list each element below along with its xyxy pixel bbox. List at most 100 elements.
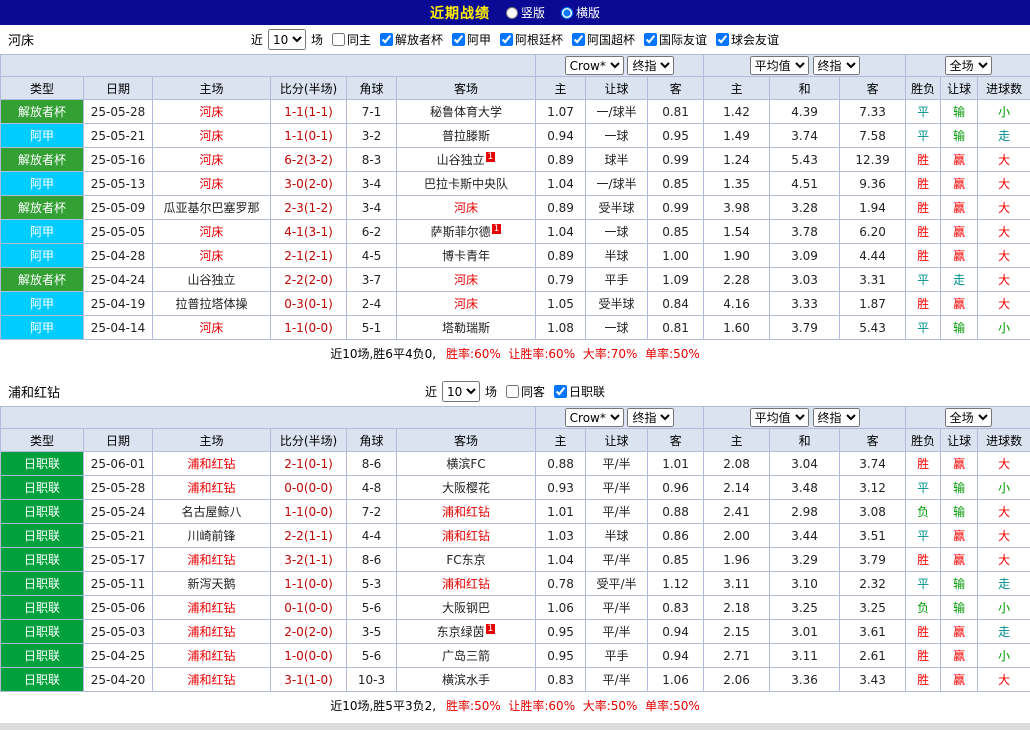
col-goals: 进球数 — [978, 429, 1030, 452]
filter-checkbox[interactable]: 同主 — [332, 31, 371, 48]
euro-away-odds-cell: 3.79 — [840, 548, 906, 572]
red-card-badge: 1 — [486, 152, 496, 162]
away-team-cell[interactable]: FC东京 — [397, 548, 536, 572]
layout-option-vertical[interactable]: 竖版 — [506, 4, 545, 21]
away-team-cell[interactable]: 横滨FC — [397, 452, 536, 476]
home-team-cell[interactable]: 河床 — [153, 124, 271, 148]
euro-type-select[interactable]: 平均值 — [750, 408, 809, 427]
away-team-cell[interactable]: 山谷独立1 — [397, 148, 536, 172]
home-team-cell[interactable]: 河床 — [153, 100, 271, 124]
away-team-cell[interactable]: 河床 — [397, 292, 536, 316]
away-team-cell[interactable]: 浦和红钻 — [397, 500, 536, 524]
asian-time-select[interactable]: 终指 — [627, 56, 674, 75]
filter-checkbox-input[interactable] — [380, 33, 393, 46]
filter-checkbox-input[interactable] — [500, 33, 513, 46]
filter-checkbox[interactable]: 球会友谊 — [716, 31, 779, 48]
home-team-cell[interactable]: 浦和红钻 — [153, 476, 271, 500]
home-team-cell[interactable]: 河床 — [153, 148, 271, 172]
filter-checkbox[interactable]: 解放者杯 — [380, 31, 443, 48]
away-team-cell[interactable]: 河床 — [397, 196, 536, 220]
home-team-cell[interactable]: 山谷独立 — [153, 268, 271, 292]
away-team-cell[interactable]: 大阪钢巴 — [397, 596, 536, 620]
asian-time-select[interactable]: 终指 — [627, 408, 674, 427]
away-team-cell[interactable]: 横滨水手 — [397, 668, 536, 692]
away-team-cell[interactable]: 河床 — [397, 268, 536, 292]
asian-company-select[interactable]: Crow* — [565, 408, 624, 427]
asian-handicap-cell: 一/球半 — [586, 100, 648, 124]
filter-checkbox-label: 阿甲 — [467, 31, 491, 48]
asian-company-select[interactable]: Crow* — [565, 56, 624, 75]
scope-select[interactable]: 全场 — [945, 408, 992, 427]
home-team-cell[interactable]: 浦和红钻 — [153, 452, 271, 476]
home-team-cell[interactable]: 浦和红钻 — [153, 620, 271, 644]
away-team-cell[interactable]: 大阪樱花 — [397, 476, 536, 500]
away-team-cell[interactable]: 东京绿茵1 — [397, 620, 536, 644]
away-team-cell[interactable]: 萨斯菲尔德1 — [397, 220, 536, 244]
filter-checkbox-input[interactable] — [554, 385, 567, 398]
scope-select[interactable]: 全场 — [945, 56, 992, 75]
layout-option-horizontal[interactable]: 横版 — [561, 4, 600, 21]
filter-checkbox-input[interactable] — [332, 33, 345, 46]
asian-away-odds-cell: 1.09 — [648, 268, 704, 292]
filter-checkbox-input[interactable] — [644, 33, 657, 46]
home-team-cell[interactable]: 新泻天鹅 — [153, 572, 271, 596]
filter-checkbox-input[interactable] — [452, 33, 465, 46]
home-team-cell[interactable]: 河床 — [153, 244, 271, 268]
filter-checkbox-input[interactable] — [506, 385, 519, 398]
home-team-cell[interactable]: 河床 — [153, 172, 271, 196]
away-team-cell[interactable]: 秘鲁体育大学 — [397, 100, 536, 124]
home-team-cell[interactable]: 浦和红钻 — [153, 596, 271, 620]
away-team-cell[interactable]: 普拉滕斯 — [397, 124, 536, 148]
home-team-cell[interactable]: 浦和红钻 — [153, 548, 271, 572]
handicap-result-cell: 赢 — [941, 292, 978, 316]
corner-cell: 8-6 — [347, 548, 397, 572]
euro-type-select[interactable]: 平均值 — [750, 56, 809, 75]
asian-home-odds-cell: 1.04 — [536, 548, 586, 572]
goals-result-cell: 大 — [978, 244, 1030, 268]
summary-line: 近10场,胜5平3负2,胜率:50% 让胜率:60% 大率:50% 单率:50% — [0, 692, 1030, 720]
header-spacer — [1, 407, 536, 429]
away-team-cell[interactable]: 广岛三箭 — [397, 644, 536, 668]
goals-result-cell: 大 — [978, 196, 1030, 220]
home-team-cell[interactable]: 瓜亚基尔巴塞罗那 — [153, 196, 271, 220]
filter-checkbox[interactable]: 阿国超杯 — [572, 31, 635, 48]
home-team-cell[interactable]: 浦和红钻 — [153, 668, 271, 692]
filter-checkbox[interactable]: 日职联 — [554, 383, 605, 400]
away-team-cell[interactable]: 博卡青年 — [397, 244, 536, 268]
away-team-cell[interactable]: 巴拉卡斯中央队 — [397, 172, 536, 196]
asian-handicap-cell: 半球 — [586, 244, 648, 268]
league-cell: 阿甲 — [1, 172, 84, 196]
filter-checkbox[interactable]: 阿甲 — [452, 31, 491, 48]
match-count-select[interactable]: 10 — [268, 29, 306, 50]
handicap-result-cell: 输 — [941, 596, 978, 620]
filter-checkbox[interactable]: 国际友谊 — [644, 31, 707, 48]
filter-checkbox-input[interactable] — [716, 33, 729, 46]
filter-checkbox[interactable]: 阿根廷杯 — [500, 31, 563, 48]
euro-time-select[interactable]: 终指 — [813, 56, 860, 75]
home-team-cell[interactable]: 浦和红钻 — [153, 644, 271, 668]
away-team-cell[interactable]: 浦和红钻 — [397, 572, 536, 596]
match-row: 阿甲25-04-14河床1-1(0-0)5-1塔勒瑞斯1.08一球0.811.6… — [1, 316, 1030, 340]
col-asian-handicap: 让球 — [586, 77, 648, 100]
home-team-cell[interactable]: 河床 — [153, 316, 271, 340]
home-team-cell[interactable]: 名古屋鲸八 — [153, 500, 271, 524]
col-league-type: 类型 — [1, 429, 84, 452]
league-cell: 阿甲 — [1, 244, 84, 268]
vertical-layout-radio[interactable] — [506, 7, 518, 19]
euro-time-select[interactable]: 终指 — [813, 408, 860, 427]
result-cell: 平 — [906, 572, 941, 596]
euro-home-odds-cell: 1.96 — [704, 548, 770, 572]
home-team-cell[interactable]: 河床 — [153, 220, 271, 244]
match-count-select[interactable]: 10 — [442, 381, 480, 402]
asian-away-odds-cell: 0.81 — [648, 100, 704, 124]
away-team-cell[interactable]: 塔勒瑞斯 — [397, 316, 536, 340]
asian-home-odds-cell: 1.06 — [536, 596, 586, 620]
away-team-cell[interactable]: 浦和红钻 — [397, 524, 536, 548]
euro-draw-odds-cell: 3.09 — [770, 244, 840, 268]
asian-odds-header: Crow* 终指 — [536, 407, 704, 429]
filter-checkbox[interactable]: 同客 — [506, 383, 545, 400]
home-team-cell[interactable]: 拉普拉塔体操 — [153, 292, 271, 316]
filter-checkbox-input[interactable] — [572, 33, 585, 46]
horizontal-layout-radio[interactable] — [561, 7, 573, 19]
home-team-cell[interactable]: 川崎前锋 — [153, 524, 271, 548]
